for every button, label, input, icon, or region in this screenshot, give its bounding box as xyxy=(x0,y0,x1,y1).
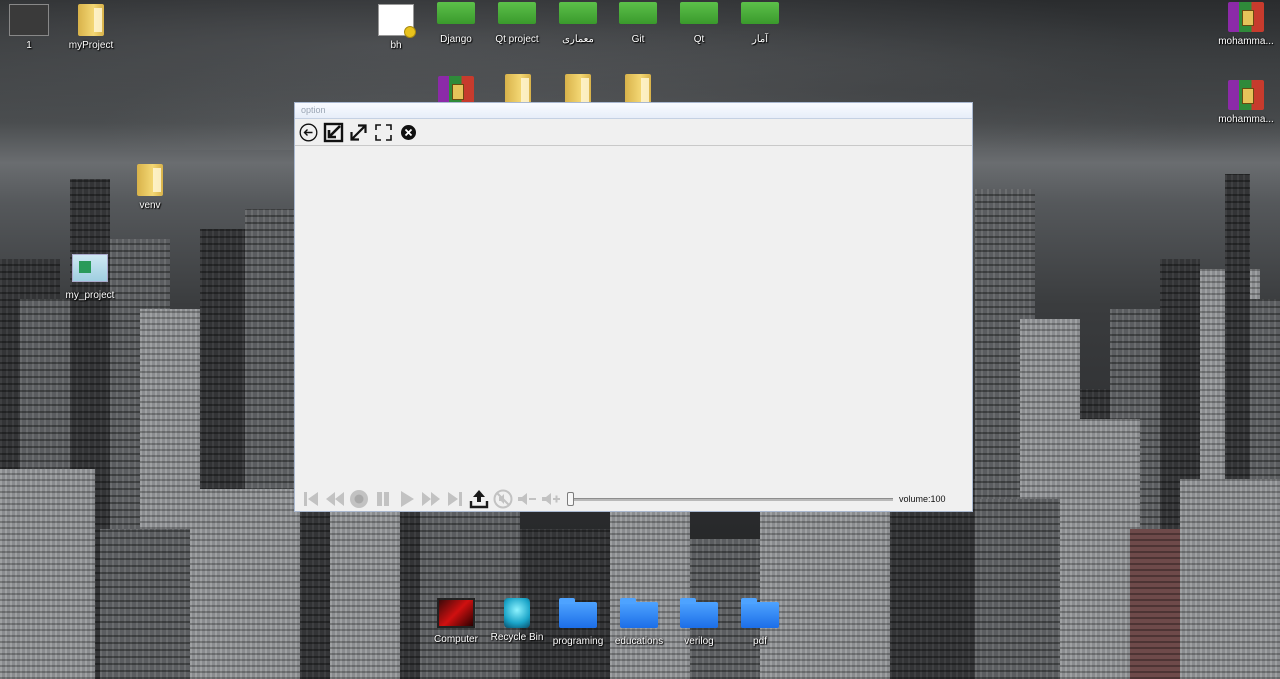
shortcut-icon xyxy=(741,2,779,24)
fullscreen-button[interactable] xyxy=(373,122,394,143)
desktop-icon-verilog[interactable]: verilog xyxy=(667,598,731,648)
desktop-icon-1[interactable]: 1 xyxy=(0,4,61,52)
mute-button[interactable] xyxy=(491,488,515,510)
shrink-button[interactable] xyxy=(323,122,344,143)
seek-slider[interactable] xyxy=(567,492,893,506)
desktop-icon-archive-1[interactable]: mohamma... xyxy=(1214,2,1278,48)
volume-down-icon xyxy=(518,493,536,505)
rewind-icon xyxy=(326,492,344,506)
seek-track xyxy=(569,498,893,501)
desktop-icon-my-project[interactable]: my_project xyxy=(58,254,122,302)
pause-icon xyxy=(377,492,389,506)
window-title[interactable]: option xyxy=(295,103,972,119)
archive-icon xyxy=(1228,80,1264,110)
option-window: option volume:100 xyxy=(294,102,973,512)
expand-button[interactable] xyxy=(348,122,369,143)
play-icon xyxy=(401,491,414,507)
stop-icon xyxy=(350,490,368,508)
stop-button[interactable] xyxy=(347,488,371,510)
expand-icon xyxy=(350,123,367,141)
folder-icon xyxy=(620,598,658,628)
desktop-icon-git[interactable]: Git xyxy=(606,2,670,46)
skip-end-button[interactable] xyxy=(443,488,467,510)
desktop-icon-pdf[interactable]: pdf xyxy=(728,598,792,648)
media-controls: volume:100 xyxy=(295,487,972,511)
seek-handle[interactable] xyxy=(567,492,574,506)
desktop-icon-recycle-bin[interactable]: Recycle Bin xyxy=(485,598,549,644)
pause-button[interactable] xyxy=(371,488,395,510)
window-toolbar xyxy=(295,119,972,146)
desktop-icon-archive-2[interactable]: mohamma... xyxy=(1214,80,1278,126)
back-button[interactable] xyxy=(298,122,319,143)
recycle-bin-icon xyxy=(504,598,530,628)
fullscreen-icon xyxy=(375,123,392,141)
desktop-icon-myproject[interactable]: myProject xyxy=(59,4,123,52)
shortcut-icon xyxy=(619,2,657,24)
folder-icon xyxy=(137,164,163,196)
volume-label: volume:100 xyxy=(899,494,946,504)
skip-start-button[interactable] xyxy=(299,488,323,510)
desktop-icon-venv[interactable]: venv xyxy=(118,164,182,212)
desktop-icon-architecture[interactable]: معماری xyxy=(546,2,610,46)
upload-icon xyxy=(469,490,489,509)
folder-icon xyxy=(559,598,597,628)
desktop-icon-statistics[interactable]: آمار xyxy=(728,2,792,46)
close-button[interactable] xyxy=(398,122,419,143)
folder-icon xyxy=(741,598,779,628)
project-file-icon xyxy=(72,254,108,282)
skip-end-icon xyxy=(448,492,462,506)
archive-icon xyxy=(1228,2,1264,32)
desktop-icon-qt-project[interactable]: Qt project xyxy=(485,2,549,46)
close-icon xyxy=(401,124,416,140)
folder-icon xyxy=(680,598,718,628)
desktop-icon-qt[interactable]: Qt xyxy=(667,2,731,46)
desktop-icon-computer[interactable]: Computer xyxy=(424,598,488,646)
shortcut-icon xyxy=(437,2,475,24)
video-area[interactable] xyxy=(295,146,972,488)
back-icon xyxy=(299,123,318,141)
desktop-icon-programing[interactable]: programing xyxy=(546,598,610,648)
upload-button[interactable] xyxy=(467,488,491,510)
computer-icon xyxy=(437,598,475,628)
volume-up-button[interactable] xyxy=(539,488,563,510)
fast-forward-button[interactable] xyxy=(419,488,443,510)
desktop-icon-django[interactable]: Django xyxy=(424,2,488,46)
shortcut-icon xyxy=(498,2,536,24)
folder-icon xyxy=(78,4,104,36)
play-button[interactable] xyxy=(395,488,419,510)
shortcut-icon xyxy=(680,2,718,24)
volume-down-button[interactable] xyxy=(515,488,539,510)
desktop-icon-educations[interactable]: educations xyxy=(607,598,671,648)
volume-up-icon xyxy=(542,493,560,505)
document-icon xyxy=(378,4,416,38)
mute-icon xyxy=(493,489,513,509)
fast-forward-icon xyxy=(422,492,440,506)
video-thumbnail-icon xyxy=(9,4,49,36)
shortcut-icon xyxy=(559,2,597,24)
skip-start-icon xyxy=(304,492,318,506)
shrink-icon xyxy=(323,122,344,142)
desktop-icon-bh[interactable]: bh xyxy=(364,4,428,52)
rewind-button[interactable] xyxy=(323,488,347,510)
